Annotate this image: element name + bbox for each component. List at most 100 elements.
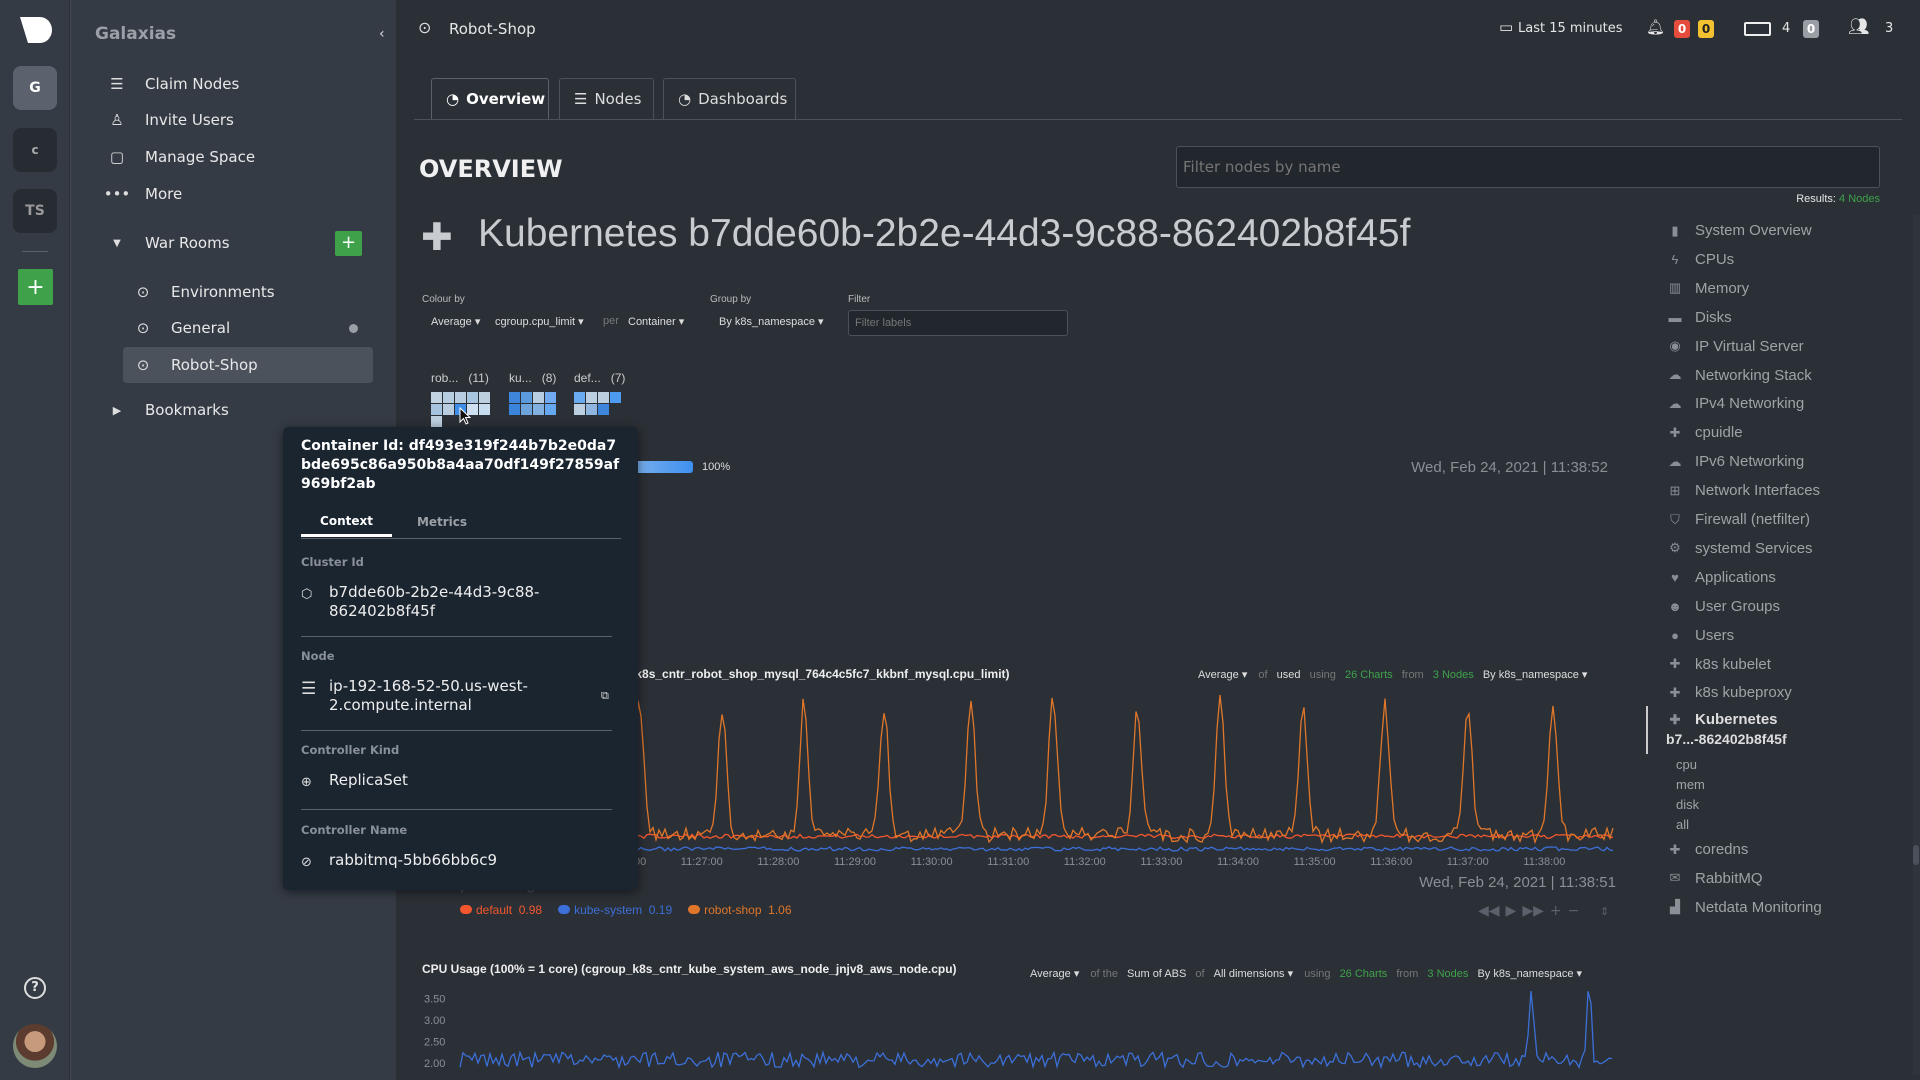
nav-item[interactable]: ☁ IPv4 Networking (1667, 395, 1805, 412)
replicaset-icon: ⊕ (301, 775, 312, 790)
tooltip-tab-context[interactable]: Context (301, 514, 392, 537)
nodes-count[interactable]: 3 Nodes (1427, 968, 1468, 980)
chart2-title: CPU Usage (100% = 1 core) (cgroup_k8s_cn… (422, 962, 957, 976)
node-value[interactable]: ip-192-168-52-50.us-west-2.compute.inter… (329, 677, 559, 715)
controller-kind-value: ReplicaSet (329, 771, 408, 789)
nav-item[interactable]: ● Users (1667, 627, 1734, 644)
x-tick-label: 11:31:00 (987, 856, 1029, 868)
nav-item-active[interactable]: ✚ Kubernetes (1667, 711, 1778, 728)
nav-item[interactable]: ☻ User Groups (1667, 598, 1780, 615)
bookmark-icon: ▮ (1671, 222, 1679, 238)
x-tick-label: 11:34:00 (1217, 856, 1259, 868)
gears-icon: ⚙ (1669, 540, 1681, 556)
play-icon[interactable]: ▶ (1506, 903, 1517, 919)
y-tick-label: 3.50 (424, 994, 445, 1006)
node-label: Node (301, 649, 335, 663)
nav-subitem[interactable]: mem (1676, 777, 1705, 792)
external-link-icon[interactable]: ⧉ (601, 689, 609, 703)
x-tick-label: 11:36:00 (1370, 856, 1412, 868)
nav-item[interactable]: ϟ CPUs (1667, 250, 1735, 268)
nav-label: IPv6 Networking (1695, 453, 1805, 471)
nav-label: CPUs (1695, 250, 1735, 268)
puzzle-icon: ✚ (1669, 424, 1681, 440)
comments-icon: ✉ (1669, 870, 1681, 886)
x-tick-label: 11:27:00 (681, 856, 723, 868)
users-icon: ☻ (1668, 598, 1682, 614)
zoom-out-icon[interactable]: − (1568, 903, 1580, 919)
group-dropdown[interactable]: By k8s_namespace ▾ (1477, 968, 1582, 980)
nav-item[interactable]: ◉ IP Virtual Server (1667, 338, 1803, 355)
bar-chart-icon: ▟ (1670, 899, 1680, 915)
of-label: of (1195, 968, 1205, 980)
scrollbar-thumb[interactable] (1913, 845, 1919, 865)
mouse-cursor-icon (459, 407, 472, 425)
nav-item[interactable]: ⚙ systemd Services (1667, 540, 1812, 557)
legend-name: kube-system (574, 903, 643, 917)
cloud-icon: ☁ (1668, 453, 1682, 469)
y-tick-label: 3.00 (424, 1015, 445, 1027)
series-line (459, 990, 1613, 1070)
nav-item[interactable]: ✚ k8s kubeproxy (1667, 684, 1792, 701)
active-nav-indicator (1646, 706, 1648, 754)
nav-scrollbar[interactable] (1913, 215, 1920, 1075)
chart1-timestamp: Wed, Feb 24, 2021 | 11:38:51 (1419, 874, 1616, 891)
eye-icon: ◉ (1669, 338, 1681, 354)
nav-item[interactable]: ✚ coredns (1667, 841, 1749, 858)
tooltip-tab-metrics[interactable]: Metrics (392, 515, 492, 529)
forward-icon[interactable]: ▶▶ (1522, 903, 1544, 919)
legend-item-robot-shop[interactable]: robot-shop 1.06 (688, 903, 792, 917)
nav-item[interactable]: ♥ Applications (1667, 569, 1776, 586)
nav-label: k8s kubelet (1695, 655, 1771, 673)
container-tooltip: Container Id: df493e319f244b7b2e0da7bde6… (283, 427, 638, 890)
nav-label: RabbitMQ (1695, 869, 1763, 887)
charts-count[interactable]: 26 Charts (1340, 968, 1388, 980)
nav-item[interactable]: ▥ Memory (1667, 280, 1749, 297)
cloud-icon: ☁ (1668, 395, 1682, 411)
nav-item-active-line2[interactable]: b7...-862402b8f45f (1666, 731, 1787, 747)
x-tick-label: 11:30:00 (911, 856, 953, 868)
legend-swatch (558, 905, 571, 914)
nav-item[interactable]: ⛉ Firewall (netfilter) (1667, 511, 1810, 528)
nav-item[interactable]: ☁ Networking Stack (1667, 367, 1812, 384)
resize-handle-icon[interactable]: ⇕ (1600, 905, 1609, 918)
legend-name: robot-shop (704, 903, 762, 917)
nav-item[interactable]: ☁ IPv6 Networking (1667, 453, 1805, 471)
nav-label: Network Interfaces (1695, 482, 1821, 500)
nav-item[interactable]: ▬ Disks (1667, 309, 1732, 326)
puzzle-icon: ✚ (1669, 684, 1681, 700)
nav-label: Users (1695, 626, 1735, 644)
nav-item[interactable]: ⊞ Network Interfaces (1667, 482, 1821, 500)
nav-item[interactable]: ✚ cpuidle (1667, 424, 1743, 441)
zoom-in-icon[interactable]: + (1550, 903, 1562, 919)
nav-subitem[interactable]: all (1676, 817, 1689, 832)
container-id: Container Id: df493e319f244b7b2e0da7bde6… (301, 438, 620, 492)
chart1-legend: default 0.98 kube-system 0.19 robot-shop 1… (460, 903, 792, 917)
legend-name: default (476, 903, 513, 917)
nav-item[interactable]: ▟ Netdata Monitoring (1667, 899, 1822, 916)
y-tick-label: 2.50 (424, 1037, 445, 1049)
chart2-agg-dropdown[interactable]: Average ▾ (1030, 968, 1079, 980)
nav-label: Networking Stack (1695, 366, 1812, 384)
nav-item[interactable]: ✉ RabbitMQ (1667, 870, 1763, 887)
legend-item-kube-system[interactable]: kube-system 0.19 (558, 903, 672, 917)
cluster-id-label: Cluster Id (301, 555, 364, 569)
puzzle-icon: ✚ (1669, 656, 1681, 671)
controller-name-value: rabbitmq-5bb66bb6c9 (329, 851, 498, 869)
cluster-id-value: b7dde60b-2b2e-44d3-9c88-862402b8f45f (329, 583, 540, 620)
legend-item-default[interactable]: default 0.98 (460, 903, 542, 917)
rewind-icon[interactable]: ◀◀ (1478, 903, 1500, 919)
server-icon: ☰ (301, 679, 317, 699)
bolt-icon: ϟ (1671, 251, 1679, 267)
nav-item[interactable]: ▮ System Overview (1667, 222, 1811, 239)
chart1-nav-controls: ◀◀ ▶ ▶▶ + − (1478, 903, 1579, 919)
nav-subitem[interactable]: cpu (1676, 757, 1697, 772)
dimensions-dropdown[interactable]: All dimensions ▾ (1214, 968, 1294, 980)
legend-swatch (460, 905, 472, 914)
puzzle-icon: ✚ (1669, 841, 1681, 857)
nav-item[interactable]: ✚ k8s kubelet (1667, 656, 1771, 673)
nav-label: Memory (1695, 279, 1750, 297)
nav-subitem[interactable]: disk (1676, 797, 1699, 812)
nav-label: k8s kubeproxy (1695, 684, 1792, 702)
x-tick-label: 11:33:00 (1140, 856, 1182, 868)
method-dropdown[interactable]: Sum of ABS (1127, 968, 1186, 980)
